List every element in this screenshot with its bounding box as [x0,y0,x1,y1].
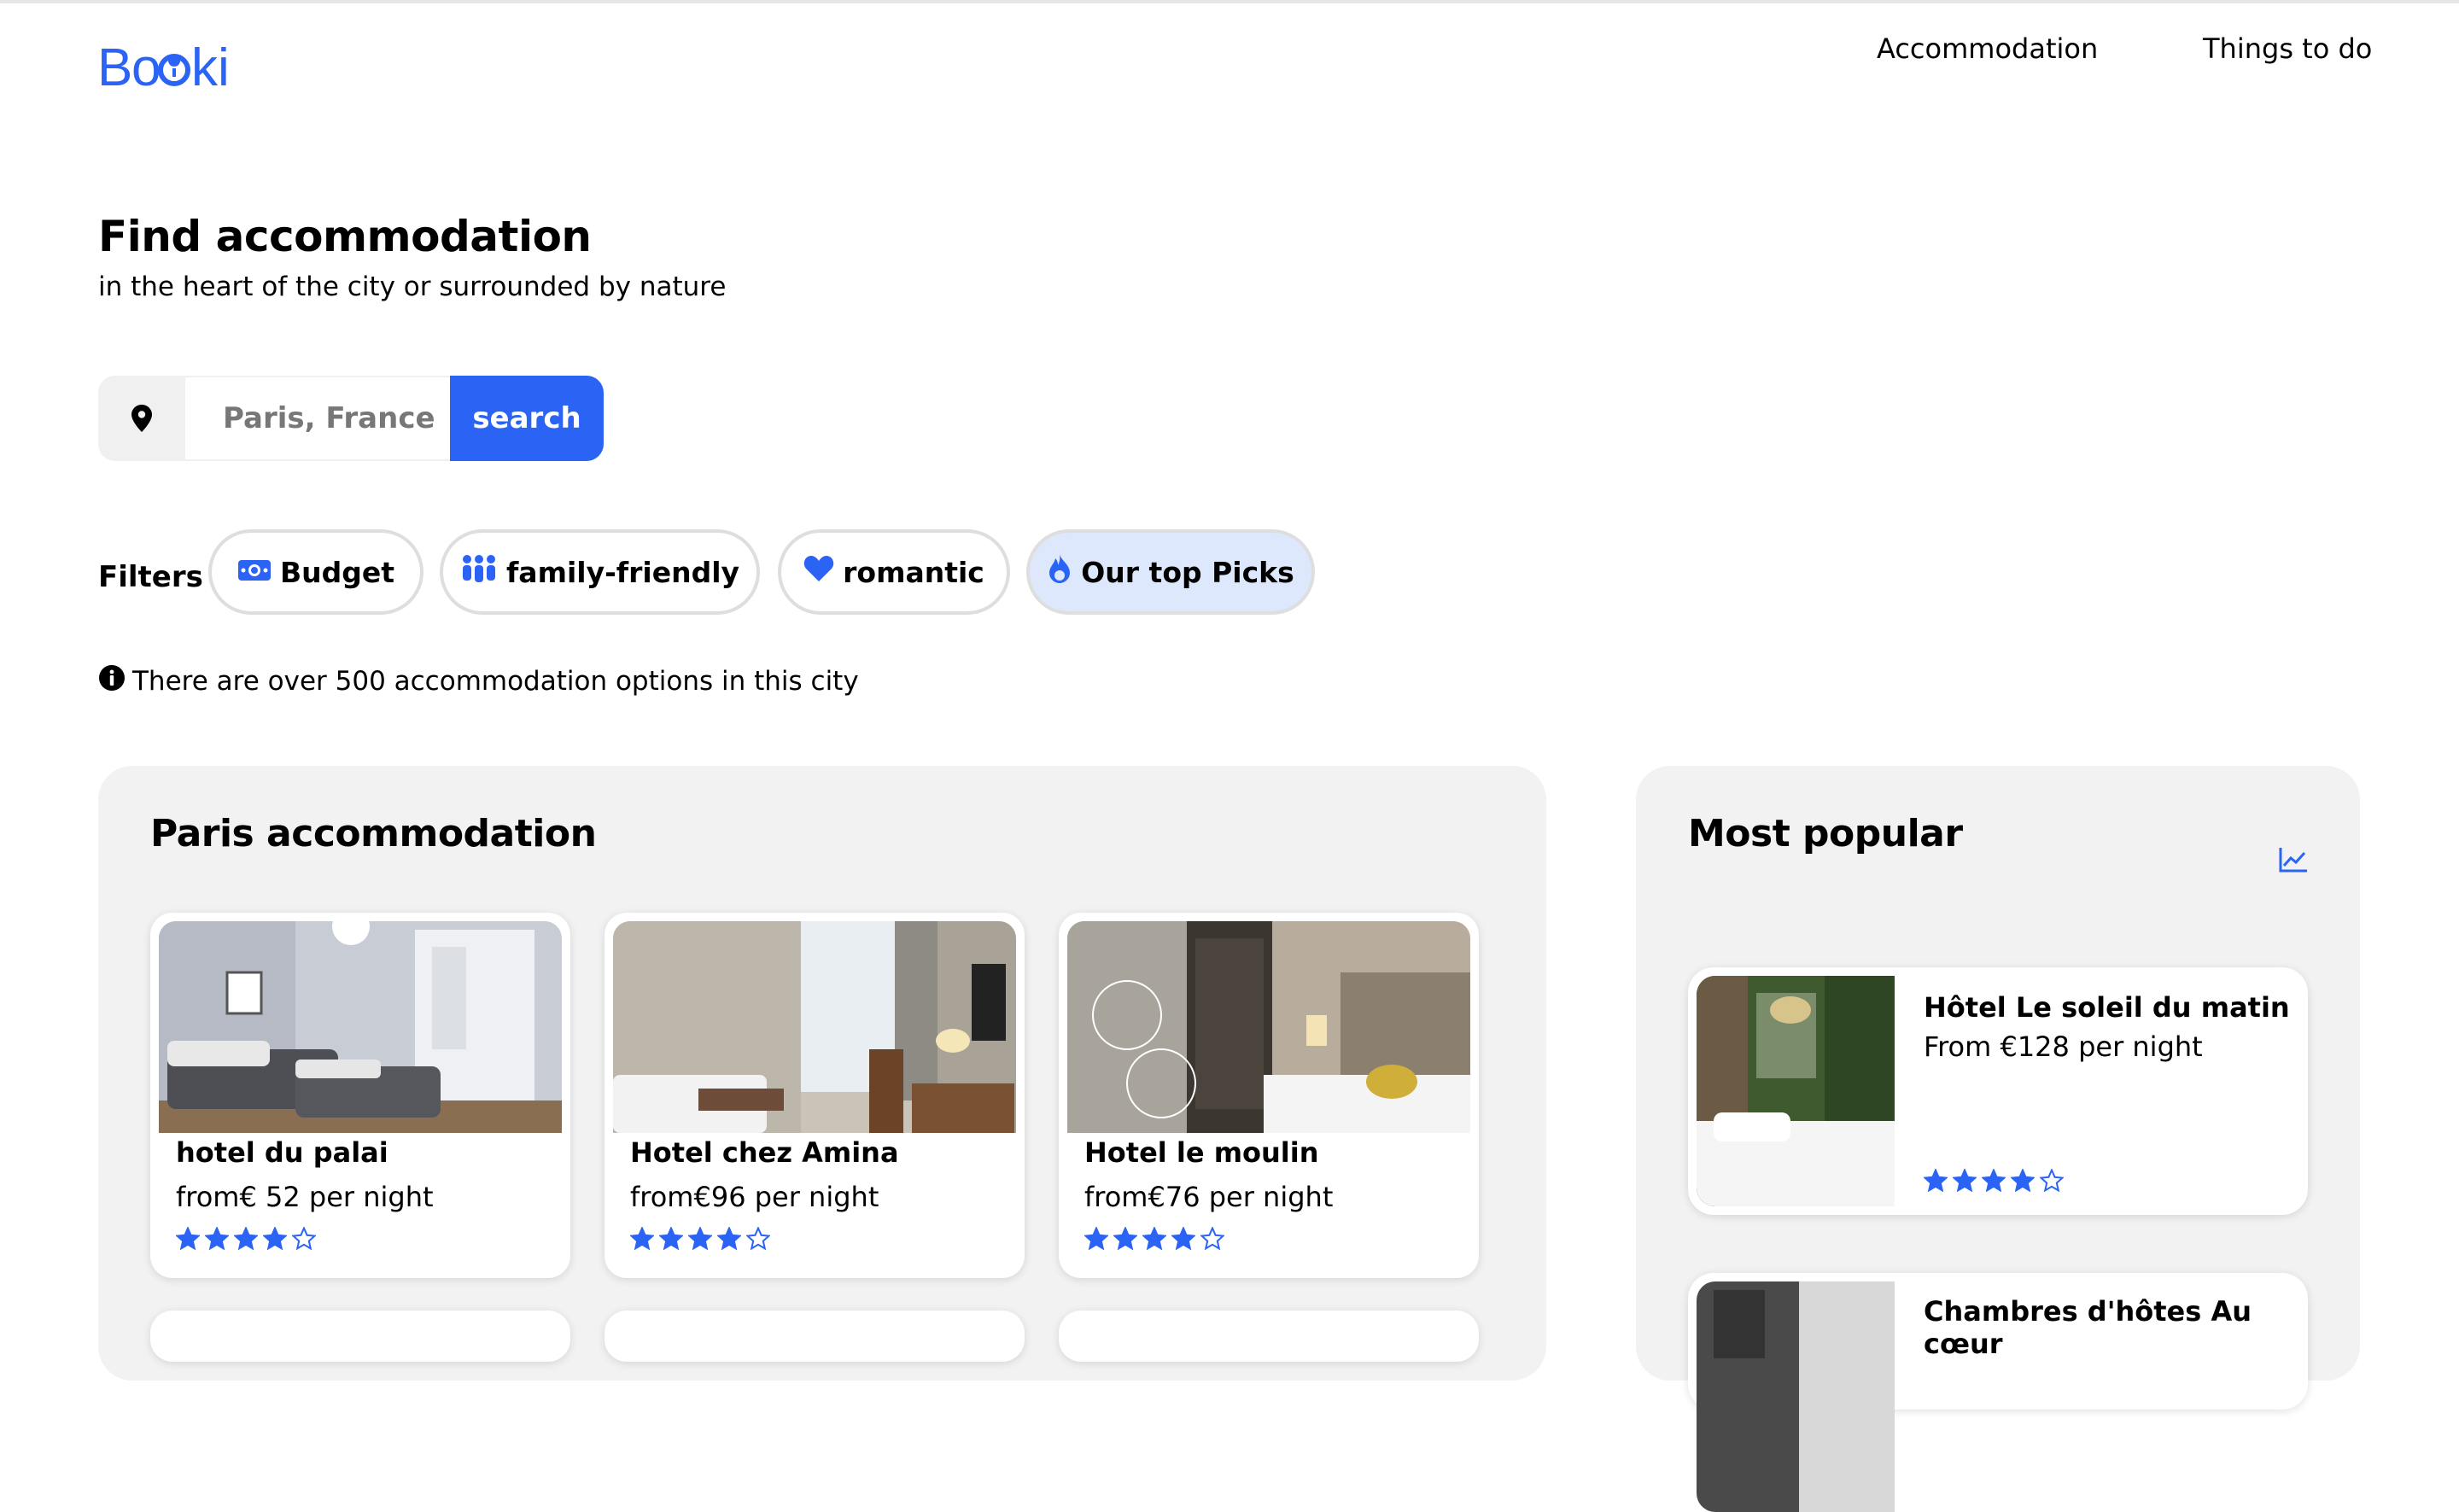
hotel-price: from€76 per night [1084,1181,1334,1213]
map-pin-icon [98,376,185,461]
top-divider [0,0,2459,3]
star-filled-icon [234,1227,258,1250]
filter-romantic[interactable]: romantic [778,529,1010,615]
star-filled-icon [1113,1227,1137,1250]
most-popular-title: Most popular [1688,812,1963,855]
filter-label: Budget [279,555,395,589]
star-filled-icon [1142,1227,1166,1250]
star-empty-icon [746,1227,770,1250]
popular-card[interactable]: Chambres d'hôtes Au cœur [1688,1273,2308,1512]
accommodation-card[interactable]: Hotel chez Amina from€96 per night [605,913,1025,1278]
popular-card[interactable]: Hôtel Le soleil du matin From €128 per n… [1688,967,2308,1215]
page-title: Find accommodation [98,212,592,261]
fire-icon [1047,553,1072,591]
filter-label: Our top Picks [1081,555,1294,589]
accommodation-panel: Paris accommodation hotel du palai from€… [98,766,1546,1381]
hotel-price: from€ 52 per night [176,1181,434,1213]
star-filled-icon [1171,1227,1195,1250]
hotel-photo [1697,1281,1895,1512]
filter-family-friendly[interactable]: family-friendly [440,529,760,615]
hotel-name: Hotel chez Amina [630,1136,899,1169]
money-icon [237,556,272,589]
accommodation-card[interactable]: Hotel le moulin from€76 per night [1059,913,1479,1278]
hotel-photo [613,921,1016,1133]
star-filled-icon [2011,1169,2035,1192]
rating-stars [176,1227,316,1250]
hotel-photo [1067,921,1470,1133]
info-text: There are over 500 accommodation options… [132,666,859,697]
accommodation-card[interactable] [1059,1311,1479,1362]
svg-text:ki: ki [191,39,230,90]
info-message: There are over 500 accommodation options… [98,664,859,698]
hotel-name: hotel du palai [176,1136,388,1169]
star-filled-icon [1084,1227,1108,1250]
search-bar: search [98,376,604,461]
filter-label: family-friendly [505,555,740,589]
svg-text:B: B [97,39,132,90]
hotel-photo [159,921,562,1133]
star-empty-icon [1200,1227,1224,1250]
star-filled-icon [263,1227,287,1250]
nav-accommodation-link[interactable]: Accommodation [1877,32,2098,65]
star-empty-icon [292,1227,316,1250]
star-filled-icon [630,1227,654,1250]
hotel-price: From €128 per night [1924,1030,2203,1063]
filter-budget[interactable]: Budget [208,529,423,615]
filter-label: romantic [843,555,984,589]
accommodation-card[interactable]: hotel du palai from€ 52 per night [150,913,570,1278]
info-icon [98,664,126,698]
filter-top-picks[interactable]: Our top Picks [1026,529,1315,615]
star-filled-icon [176,1227,200,1250]
accommodation-card[interactable] [150,1311,570,1362]
svg-text:o: o [131,39,161,90]
booki-logo[interactable]: B o ki [97,39,237,99]
star-filled-icon [205,1227,229,1250]
rating-stars [1924,1169,2064,1192]
star-filled-icon [688,1227,712,1250]
star-filled-icon [659,1227,683,1250]
star-filled-icon [717,1227,741,1250]
rating-stars [630,1227,770,1250]
most-popular-panel: Most popular Hôtel Le soleil du matin Fr… [1636,766,2360,1512]
hotel-price: from€96 per night [630,1181,879,1213]
rating-stars [1084,1227,1224,1250]
nav-things-to-do-link[interactable]: Things to do [2203,32,2372,65]
star-filled-icon [1953,1169,1977,1192]
page-subtitle: in the heart of the city or surrounded b… [98,271,727,302]
hotel-name: Hotel le moulin [1084,1136,1319,1169]
star-empty-icon [2040,1169,2064,1192]
search-button[interactable]: search [450,376,604,461]
hotel-name: Chambres d'hôtes Au cœur [1924,1295,2252,1360]
accommodation-card[interactable] [605,1311,1025,1362]
accommodation-title: Paris accommodation [150,812,597,855]
family-icon [460,554,498,590]
trend-chart-icon [2278,846,2309,877]
heart-icon [803,555,834,589]
hotel-name: Hôtel Le soleil du matin [1924,991,2290,1024]
hotel-photo [1697,976,1895,1206]
filters-label: Filters [98,560,203,594]
star-filled-icon [1924,1169,1948,1192]
star-filled-icon [1982,1169,2006,1192]
